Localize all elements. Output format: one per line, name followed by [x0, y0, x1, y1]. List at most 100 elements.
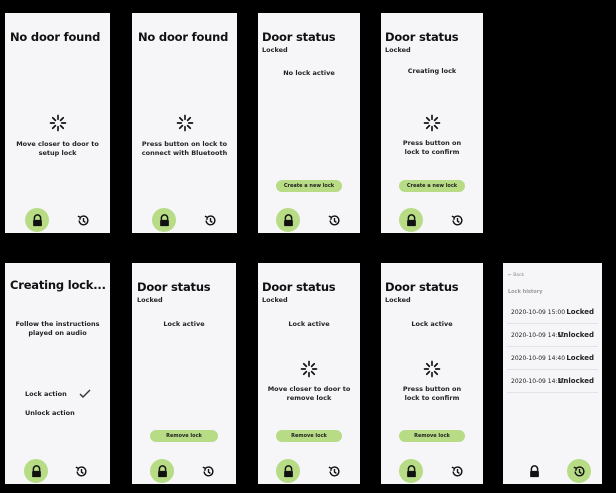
status-text: No lock active: [283, 69, 335, 77]
instruction-message: Move closer to door to remove lock: [267, 385, 351, 402]
history-heading: Lock history: [508, 289, 543, 295]
history-tab[interactable]: [322, 208, 346, 232]
page-title: Door status: [262, 30, 336, 44]
status-text: Lock active: [411, 320, 453, 328]
lock-state-label: Locked: [385, 46, 411, 54]
history-tab[interactable]: [69, 459, 93, 483]
history-state: Locked: [566, 308, 594, 316]
bottom-nav: [258, 458, 360, 484]
spinner-icon: [300, 360, 318, 378]
history-row: 2020-10-09 14:50 Unlocked: [507, 324, 598, 347]
page-title: Door status: [385, 280, 459, 294]
spinner-icon: [423, 360, 441, 378]
instruction-message: Press button on lock to connect with Blu…: [141, 140, 228, 157]
history-state: Unlocked: [557, 377, 594, 385]
instruction-message: Move closer to door to setup lock: [16, 140, 99, 157]
page-title: Door status: [385, 30, 459, 44]
history-icon: [572, 464, 587, 479]
history-row: 2020-10-09 15:00 Locked: [507, 301, 598, 324]
history-icon: [327, 213, 342, 228]
lock-icon: [281, 213, 296, 228]
status-text: Creating lock: [407, 67, 457, 75]
lock-state-label: Locked: [385, 296, 411, 304]
bottom-nav: [5, 207, 110, 233]
bottom-nav: [5, 458, 110, 484]
remove-lock-button[interactable]: Remove lock: [150, 430, 218, 442]
lock-tab[interactable]: [150, 459, 174, 483]
page-title: No door found: [138, 30, 229, 44]
lock-tab[interactable]: [276, 459, 300, 483]
create-lock-button[interactable]: Create a new lock: [399, 180, 465, 192]
bottom-nav: [132, 207, 237, 233]
screen-creating-lock: Creating lock... Follow the instructions…: [5, 263, 110, 484]
screen-no-door-move-closer: No door found Move closer to door to set…: [5, 13, 110, 233]
bottom-nav: [381, 458, 483, 484]
history-icon: [450, 464, 465, 479]
bottom-nav: [381, 207, 483, 233]
screen-lock-history: ← Back Lock history 2020-10-09 15:00 Loc…: [503, 263, 602, 484]
history-tab[interactable]: [322, 459, 346, 483]
lock-icon: [29, 464, 44, 479]
lock-tab[interactable]: [25, 208, 49, 232]
page-title: Door status: [262, 280, 336, 294]
instruction-message: Press button on lock to confirm: [402, 139, 462, 156]
screen-door-status-creating: Door status Locked Creating lock Press b…: [381, 13, 483, 233]
bottom-nav: [132, 458, 236, 484]
remove-lock-button[interactable]: Remove lock: [276, 430, 342, 442]
screen-door-status-lock-active: Door status Locked Lock active Remove lo…: [132, 263, 236, 484]
status-text: Lock active: [163, 320, 205, 328]
lock-icon: [281, 464, 296, 479]
screen-door-status-move-closer: Door status Locked Lock active Move clos…: [258, 263, 360, 484]
history-row: 2020-10-09 14:40 Locked: [507, 347, 598, 370]
status-text: Lock active: [288, 320, 330, 328]
history-icon: [327, 464, 342, 479]
lock-tab[interactable]: [399, 459, 423, 483]
bottom-nav: [503, 458, 602, 484]
page-title: Creating lock...: [10, 278, 106, 292]
history-icon: [201, 464, 216, 479]
screen-no-door-press-button: No door found Press button on lock to co…: [132, 13, 237, 233]
history-row: 2020-10-09 14:30 Unlocked: [507, 370, 598, 393]
lock-action-row: Lock action: [25, 389, 95, 398]
history-tab[interactable]: [71, 208, 95, 232]
history-icon: [203, 213, 218, 228]
lock-icon: [157, 213, 172, 228]
checkmark-icon: [79, 389, 91, 398]
screen-door-status-no-lock: Door status Locked No lock active Create…: [258, 13, 360, 233]
screen-door-status-confirm: Door status Locked Lock active Press but…: [381, 263, 483, 484]
lock-icon: [155, 464, 170, 479]
history-tab[interactable]: [196, 459, 220, 483]
history-state: Unlocked: [557, 331, 594, 339]
create-lock-button[interactable]: Create a new lock: [276, 180, 342, 192]
history-icon: [74, 464, 89, 479]
remove-lock-button[interactable]: Remove lock: [399, 430, 465, 442]
lock-icon: [404, 213, 419, 228]
history-date: 2020-10-09 14:40: [511, 355, 566, 362]
page-title: No door found: [10, 30, 101, 44]
instruction-message: Press button on lock to confirm: [402, 385, 462, 402]
lock-tab[interactable]: [276, 208, 300, 232]
history-date: 2020-10-09 15:00: [511, 309, 566, 316]
history-tab[interactable]: [445, 208, 469, 232]
history-state: Locked: [566, 354, 594, 362]
history-tab[interactable]: [198, 208, 222, 232]
lock-tab[interactable]: [152, 208, 176, 232]
lock-state-label: Locked: [262, 296, 288, 304]
lock-tab[interactable]: [399, 208, 423, 232]
history-icon: [76, 213, 91, 228]
lock-icon: [404, 464, 419, 479]
bottom-nav: [258, 207, 360, 233]
unlock-action-label: Unlock action: [25, 409, 75, 417]
history-tab[interactable]: [567, 459, 591, 483]
back-link[interactable]: ← Back: [508, 273, 524, 278]
spinner-icon: [423, 114, 441, 132]
lock-icon: [30, 213, 45, 228]
history-icon: [450, 213, 465, 228]
page-title: Door status: [137, 280, 211, 294]
instruction-message: Follow the instructions played on audio: [15, 320, 100, 337]
lock-tab[interactable]: [24, 459, 48, 483]
spinner-icon: [49, 114, 67, 132]
history-tab[interactable]: [445, 459, 469, 483]
lock-tab[interactable]: [522, 459, 546, 483]
lock-state-label: Locked: [137, 296, 163, 304]
